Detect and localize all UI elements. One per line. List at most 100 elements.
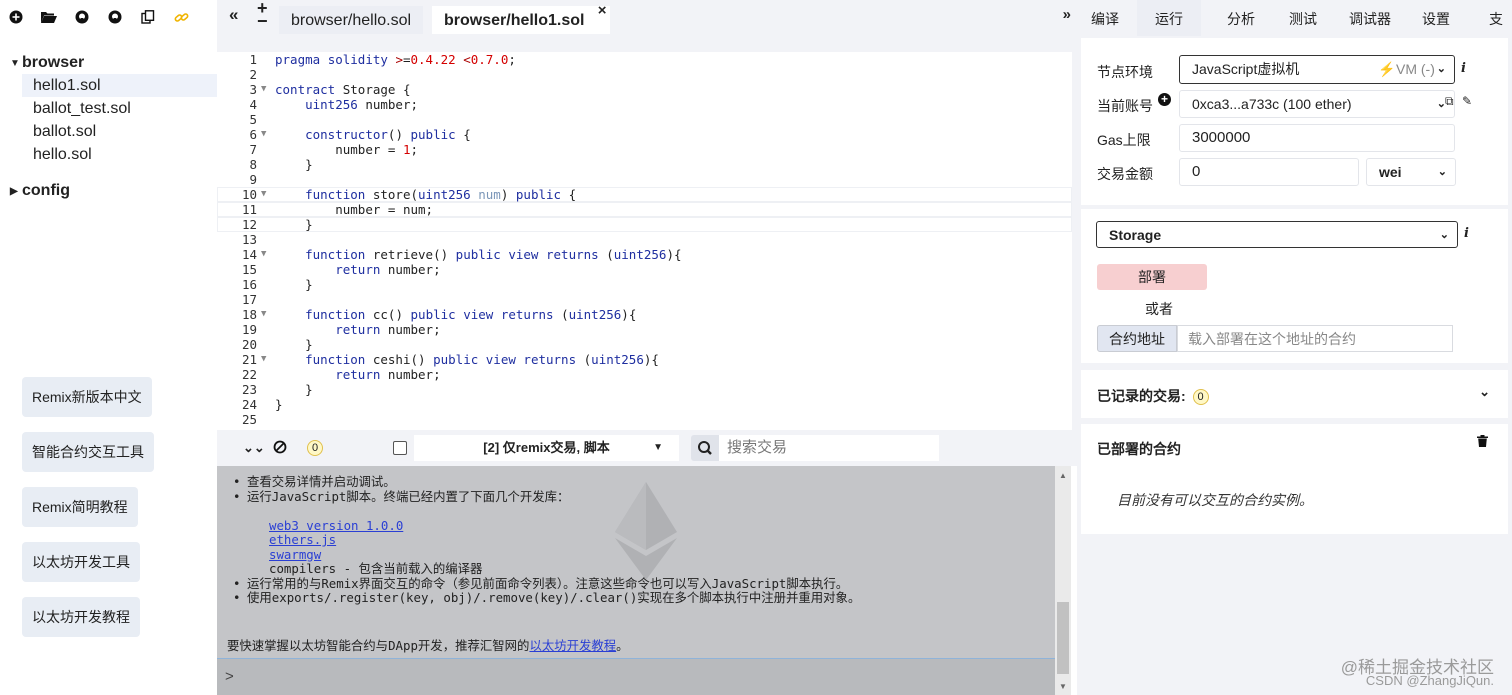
code-line[interactable]: 4 uint256 number; xyxy=(217,97,1072,112)
tab-compile[interactable]: 编译 xyxy=(1081,0,1129,36)
footer-link[interactable]: 以太坊开发教程 xyxy=(529,638,616,653)
terminal-scrollbar[interactable]: ▲ ▼ xyxy=(1055,466,1071,695)
contract-select[interactable]: Storage ⌄ xyxy=(1096,221,1458,248)
tab-hello1[interactable]: browser/hello1.sol × xyxy=(432,2,611,34)
scroll-down-icon[interactable]: ▼ xyxy=(1059,682,1067,691)
collapse-right-icon[interactable]: » xyxy=(1063,6,1071,23)
folder-open-icon[interactable] xyxy=(39,7,59,27)
unit-select[interactable]: wei ⌄ xyxy=(1366,158,1456,186)
library-link[interactable]: web3 version 1.0.0 xyxy=(269,518,403,533)
info-icon[interactable]: i xyxy=(1461,61,1466,76)
remix-tutorial-button[interactable]: Remix简明教程 xyxy=(22,487,138,527)
fold-icon[interactable]: ▼ xyxy=(261,352,266,367)
code-line[interactable]: 22 return number; xyxy=(217,367,1072,382)
fold-icon[interactable]: ▼ xyxy=(261,187,266,202)
copy-icon[interactable] xyxy=(138,7,158,27)
tab-test[interactable]: 测试 xyxy=(1279,0,1327,36)
scroll-thumb[interactable] xyxy=(1057,602,1069,674)
code-line[interactable]: 3 ▼ contract Storage { xyxy=(217,82,1072,97)
library-link[interactable]: ethers.js xyxy=(269,532,336,547)
value-input[interactable]: 0 xyxy=(1179,158,1359,186)
code-line[interactable]: 19 return number; xyxy=(217,322,1072,337)
code-line[interactable]: 10 ▼ function store(uint256 num) public { xyxy=(217,187,1072,202)
tab-run[interactable]: 运行 xyxy=(1137,0,1201,36)
tab-debugger[interactable]: 调试器 xyxy=(1339,0,1401,36)
code-line[interactable]: 21 ▼ function ceshi() public view returns… xyxy=(217,352,1072,367)
code-line[interactable]: 24} xyxy=(217,397,1072,412)
listen-network-checkbox[interactable] xyxy=(393,441,407,455)
link-icon[interactable] xyxy=(171,7,191,27)
code-line[interactable]: 15 return number; xyxy=(217,262,1072,277)
filter-label: [2] 仅remix交易, 脚本 xyxy=(483,440,610,455)
scroll-up-icon[interactable]: ▲ xyxy=(1059,471,1067,480)
code-line[interactable]: 8 } xyxy=(217,157,1072,172)
code-line[interactable]: 14 ▼ function retrieve() public view retu… xyxy=(217,247,1072,262)
remix-chinese-button[interactable]: Remix新版本中文 xyxy=(22,377,152,417)
search-tx-input[interactable]: 搜索交易 xyxy=(719,435,939,461)
code-line[interactable]: 2 xyxy=(217,67,1072,82)
tab-settings[interactable]: 设置 xyxy=(1412,0,1460,36)
copy-icon[interactable]: ⧉ xyxy=(1445,94,1454,109)
file-item-hello1[interactable]: hello1.sol xyxy=(22,74,217,97)
code-line[interactable]: 17 xyxy=(217,292,1072,307)
code-line[interactable]: 12 } xyxy=(217,217,1072,232)
at-address-button[interactable]: 合约地址 xyxy=(1097,325,1177,352)
search-button[interactable] xyxy=(691,435,719,461)
deploy-button[interactable]: 部署 xyxy=(1097,264,1207,290)
edit-icon[interactable]: ✎ xyxy=(1462,94,1472,108)
code-line[interactable]: 9 xyxy=(217,172,1072,187)
terminal-input[interactable]: > xyxy=(217,658,1055,695)
code-line[interactable]: 11 number = num; xyxy=(217,202,1072,217)
file-item-hello[interactable]: hello.sol xyxy=(0,143,217,166)
clear-console-icon[interactable] xyxy=(273,440,287,454)
fold-icon[interactable]: ▼ xyxy=(261,82,266,97)
folder-config[interactable]: ▶ config xyxy=(0,180,217,202)
recorded-tx-card[interactable]: 已记录的交易: 0 ⌄ xyxy=(1081,370,1508,418)
info-icon[interactable]: i xyxy=(1464,226,1469,241)
code-line[interactable]: 5 xyxy=(217,112,1072,127)
collapse-left-icon[interactable]: « xyxy=(229,5,238,25)
tab-support[interactable]: 支持 xyxy=(1479,0,1512,65)
ethereum-dev-tools-button[interactable]: 以太坊开发工具 xyxy=(22,542,140,582)
tab-hello[interactable]: browser/hello.sol xyxy=(279,6,424,34)
plus-circle-icon[interactable] xyxy=(6,7,26,27)
github-icon[interactable] xyxy=(105,7,125,27)
code-line[interactable]: 1 pragma solidity >=0.4.22 <0.7.0; xyxy=(217,52,1072,67)
code-line[interactable]: 20 } xyxy=(217,337,1072,352)
account-select[interactable]: 0xca3...a733c (100 ether) ⌄ xyxy=(1179,90,1455,118)
chevron-down-icon[interactable]: ⌄ xyxy=(1479,384,1490,400)
close-icon[interactable]: × xyxy=(598,0,607,26)
at-address-input[interactable]: 载入部署在这个地址的合约 xyxy=(1177,325,1453,352)
recorded-title: 已记录的交易: 0 xyxy=(1097,386,1209,406)
gas-limit-input[interactable]: 3000000 xyxy=(1179,124,1455,152)
library-link[interactable]: swarmgw xyxy=(269,547,321,562)
code-line[interactable]: 25 xyxy=(217,412,1072,427)
file-item-ballot-test[interactable]: ballot_test.sol xyxy=(0,97,217,120)
code-line[interactable]: 16 } xyxy=(217,277,1072,292)
code-line[interactable]: 6 ▼ constructor() public { xyxy=(217,127,1072,142)
code-line[interactable]: 7 number = 1; xyxy=(217,142,1072,157)
fold-icon[interactable]: ▼ xyxy=(261,127,266,142)
terminal-lines: 查看交易详情并启动调试。运行JavaScript脚本。终端已经内置了下面几个开发… xyxy=(217,474,1055,606)
trash-icon[interactable] xyxy=(1477,434,1488,452)
env-label: 节点环境 xyxy=(1097,64,1153,80)
add-account-icon[interactable]: + xyxy=(1158,93,1171,106)
tab-label: browser/hello.sol xyxy=(291,12,412,29)
tx-filter-select[interactable]: [2] 仅remix交易, 脚本 ▼ xyxy=(414,435,679,461)
zoom-controls[interactable]: + − xyxy=(257,0,268,30)
github-icon[interactable] xyxy=(72,7,92,27)
folder-browser[interactable]: ▼ browser xyxy=(0,52,217,74)
fold-icon[interactable]: ▼ xyxy=(261,307,266,322)
tab-analysis[interactable]: 分析 xyxy=(1217,0,1265,36)
code-line[interactable]: 23 } xyxy=(217,382,1072,397)
contract-interaction-tool-button[interactable]: 智能合约交互工具 xyxy=(22,432,154,472)
code-editor[interactable]: 1 pragma solidity >=0.4.22 <0.7.0; 2 3 ▼ cont… xyxy=(217,52,1072,430)
chevron-down-icon[interactable]: ⌄⌄ xyxy=(243,440,265,456)
code-line[interactable]: 18 ▼ function cc() public view returns (u… xyxy=(217,307,1072,322)
ethereum-dev-tutorial-button[interactable]: 以太坊开发教程 xyxy=(22,597,140,637)
env-select[interactable]: JavaScript虚拟机 ⚡ VM (-) ⌄ xyxy=(1179,55,1455,84)
file-item-ballot[interactable]: ballot.sol xyxy=(0,120,217,143)
code-line[interactable]: 13 xyxy=(217,232,1072,247)
fold-icon[interactable]: ▼ xyxy=(261,247,266,262)
